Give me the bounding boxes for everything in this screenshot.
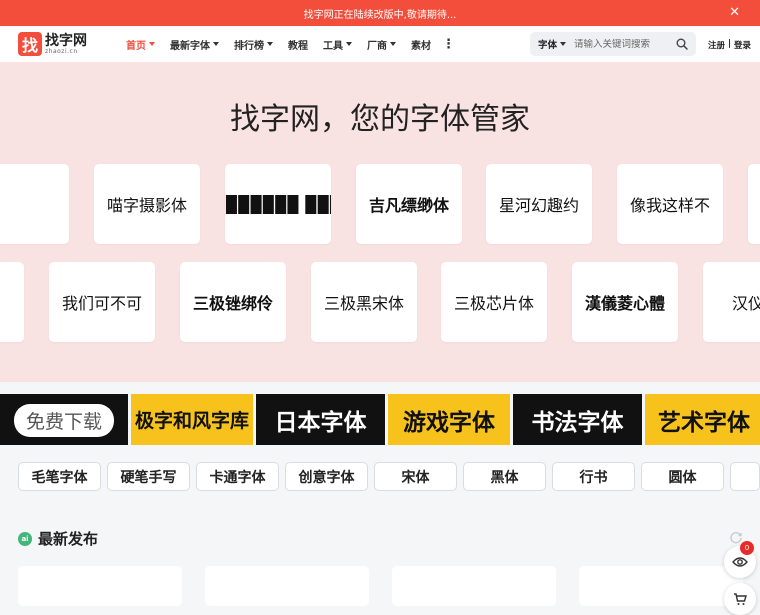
banner-label: 日本字体 <box>274 409 367 436</box>
latest-section-title: ai 最新发布 <box>18 528 98 549</box>
font-preview-card[interactable]: 体 <box>0 262 24 342</box>
style-chip[interactable]: 行书 <box>552 462 635 491</box>
nav-item-6[interactable]: 素材 <box>411 37 431 52</box>
search-icon[interactable] <box>676 38 688 50</box>
style-chips: 毛笔字体 硬笔手写 卡通字体 创意字体 宋体 黑体 行书 圆体 <box>0 462 760 492</box>
banner-4[interactable]: 书法字体 <box>513 394 642 445</box>
nav-item-0[interactable]: 首页 <box>126 37 155 52</box>
latest-card[interactable] <box>392 566 556 606</box>
search-bar: 字体 <box>530 32 696 56</box>
cart-icon <box>734 592 747 605</box>
banner-label: 艺术字体 <box>658 409 750 436</box>
category-banners: 免费下载 ☝ 极字和风字库 日本字体 游戏字体 书法字体 艺术字体 <box>0 394 760 445</box>
font-preview-card[interactable] <box>748 164 760 244</box>
latest-card[interactable] <box>205 566 369 606</box>
font-preview-card[interactable]: 像我这样不 <box>617 164 723 244</box>
nav-item-3[interactable]: 教程 <box>288 37 308 52</box>
style-chip[interactable]: 宋体 <box>374 462 457 491</box>
font-preview-card[interactable]: 星河幻趣约 <box>486 164 592 244</box>
logo-text: 找字网 <box>45 32 87 49</box>
style-chip[interactable]: 硬笔手写 <box>107 462 190 491</box>
font-preview-card[interactable]: 三极芯片体 <box>441 262 547 342</box>
hand-pointer-icon: ☝ <box>95 408 111 438</box>
style-chip[interactable]: 创意字体 <box>285 462 368 491</box>
banner-3[interactable]: 游戏字体 <box>388 394 510 445</box>
close-icon[interactable]: ✕ <box>729 5 740 20</box>
nav-item-4[interactable]: 工具 <box>323 37 352 52</box>
style-chip[interactable]: 圆体 <box>641 462 724 491</box>
nav-item-5[interactable]: 厂商 <box>367 37 396 52</box>
chevron-down-icon <box>149 42 155 46</box>
eye-icon <box>732 557 748 567</box>
more-menu-icon[interactable]: ⋮ <box>442 37 455 52</box>
hero-section: 找字网，您的字体管家 喵字摄影体 ▉▉▉▉▉▉▉ ▉▉▉ 吉凡缥缈体星河幻趣约像我这… <box>0 62 760 382</box>
style-chip[interactable]: 毛笔字体 <box>18 462 101 491</box>
notice-bar: 找字网正在陆续改版中,敬请期待... ✕ <box>0 0 760 26</box>
latest-card[interactable] <box>579 566 743 606</box>
style-chip[interactable]: 黑体 <box>463 462 546 491</box>
latest-card[interactable] <box>18 566 182 606</box>
notice-text: 找字网正在陆续改版中,敬请期待... <box>303 9 457 21</box>
font-preview-card[interactable]: 喵字摄影体 <box>94 164 200 244</box>
font-preview-card[interactable] <box>0 164 69 244</box>
auth-links: 注册 | 登录 <box>708 39 751 51</box>
font-preview-card[interactable]: 漢儀菱心體 <box>572 262 678 342</box>
auth-separator: | <box>725 39 735 49</box>
banner-label: 极字和风字库 <box>134 410 249 432</box>
font-preview-card[interactable]: 三极锉绑伶 <box>180 262 286 342</box>
banner-label: 游戏字体 <box>403 409 495 436</box>
banner-0[interactable]: 免费下载 ☝ <box>0 394 128 445</box>
chevron-down-icon <box>346 42 352 46</box>
banner-label: 书法字体 <box>531 409 624 436</box>
font-preview-card[interactable]: 汉仪金 <box>703 262 760 342</box>
notification-badge: 0 <box>740 541 754 555</box>
refresh-icon[interactable] <box>729 530 743 544</box>
main-navbar: 找 找字网 zhaozi.cn 首页最新字体排行榜教程工具厂商素材 ⋮ 字体 注册… <box>0 26 760 62</box>
banner-5[interactable]: 艺术字体 <box>645 394 760 445</box>
nav-item-1[interactable]: 最新字体 <box>170 37 219 52</box>
style-chip[interactable] <box>730 462 760 491</box>
font-preview-card[interactable]: 我们可不可 <box>49 262 155 342</box>
nav-menu: 首页 最新字体 排行榜 教程 工具 厂商 素材 ⋮ <box>126 26 470 62</box>
cart-button[interactable] <box>724 583 756 615</box>
search-type-select[interactable]: 字体 <box>530 37 567 51</box>
chevron-down-icon <box>213 42 219 46</box>
search-input[interactable] <box>574 38 671 50</box>
font-preview-card[interactable]: 三极黑宋体 <box>311 262 417 342</box>
register-link[interactable]: 注册 <box>708 39 725 51</box>
banner-1[interactable]: 极字和风字库 <box>131 394 253 445</box>
hero-title: 找字网，您的字体管家 <box>230 102 530 137</box>
logo-domain: zhaozi.cn <box>45 47 78 55</box>
chevron-down-icon <box>267 42 273 46</box>
site-logo[interactable]: 找 找字网 zhaozi.cn <box>18 30 90 58</box>
latest-icon: ai <box>18 531 32 546</box>
login-link[interactable]: 登录 <box>734 39 751 51</box>
banner-2[interactable]: 日本字体 <box>256 394 385 445</box>
font-preview-card[interactable]: 吉凡缥缈体 <box>356 164 462 244</box>
style-chip[interactable]: 卡通字体 <box>196 462 279 491</box>
font-preview-card[interactable]: ▉▉▉▉▉▉▉ ▉▉▉ <box>225 164 331 244</box>
logo-mark: 找 <box>18 32 42 56</box>
nav-item-2[interactable]: 排行榜 <box>234 37 273 52</box>
chevron-down-icon <box>390 42 396 46</box>
chevron-down-icon <box>560 42 567 46</box>
